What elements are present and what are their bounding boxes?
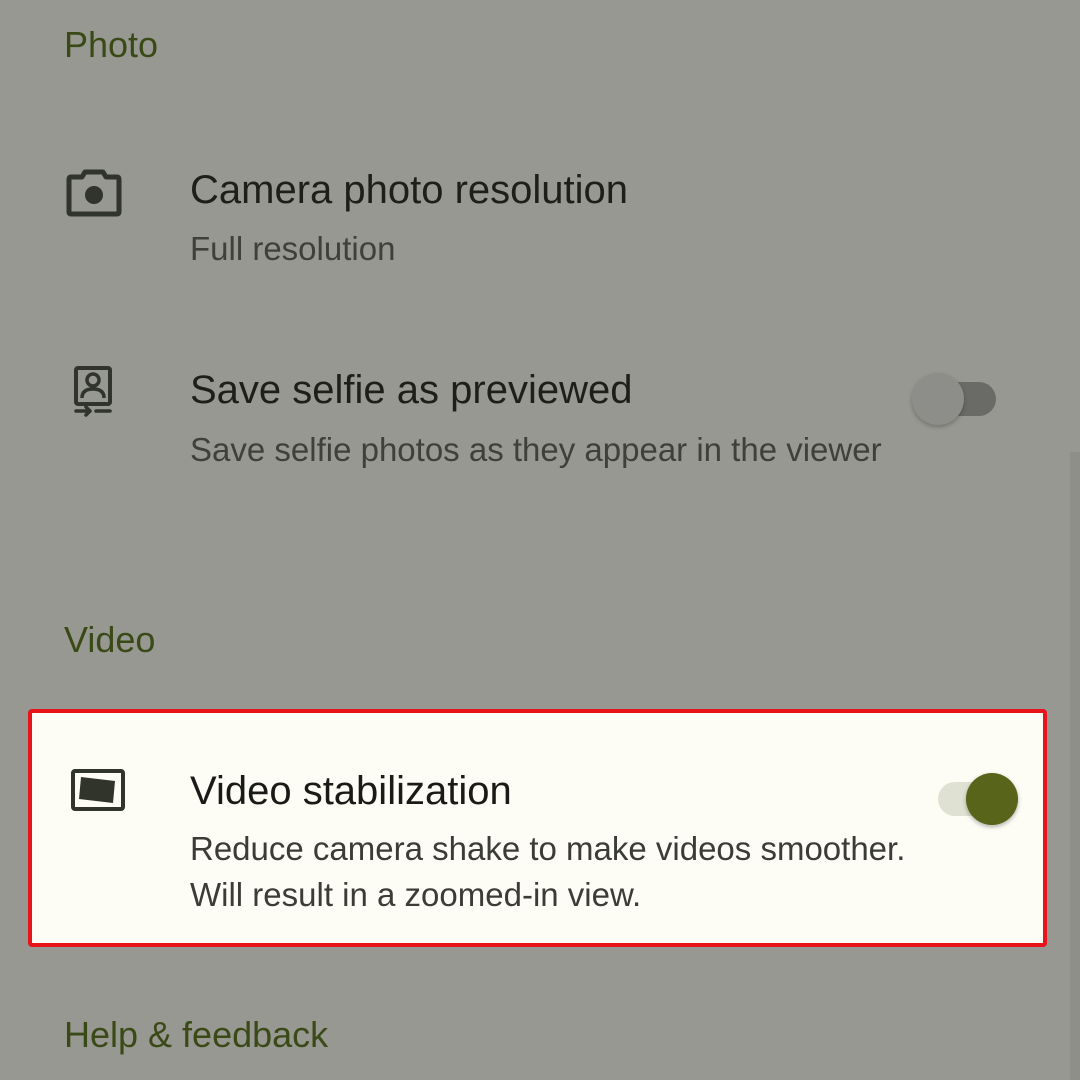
- scrollbar[interactable]: [1070, 452, 1080, 1080]
- setting-subtitle: Full resolution: [190, 230, 396, 267]
- camera-icon: [66, 166, 122, 222]
- setting-video-stabilization[interactable]: Video stabilization Reduce camera shake …: [32, 713, 1043, 943]
- selfie-portrait-icon: [66, 364, 122, 420]
- video-stabilization-toggle[interactable]: [932, 768, 1022, 825]
- toggle-thumb: [912, 373, 964, 425]
- video-stabilization-icon: [70, 763, 126, 819]
- setting-title: Save selfie as previewed: [190, 368, 633, 412]
- save-selfie-toggle[interactable]: [910, 368, 1000, 425]
- setting-camera-photo-resolution[interactable]: Camera photo resolution Full resolution: [0, 160, 1080, 290]
- setting-title: Video stabilization: [190, 769, 512, 813]
- section-header-help-feedback[interactable]: Help & feedback: [64, 1017, 328, 1053]
- toggle-thumb: [966, 773, 1018, 825]
- setting-subtitle: Save selfie photos as they appear in the…: [190, 431, 882, 468]
- section-header-video: Video: [64, 619, 156, 660]
- section-header-photo: Photo: [64, 24, 159, 65]
- setting-title: Camera photo resolution: [190, 168, 629, 212]
- highlighted-setting-card: Video stabilization Reduce camera shake …: [28, 709, 1047, 947]
- setting-save-selfie-as-previewed[interactable]: Save selfie as previewed Save selfie pho…: [0, 360, 1080, 530]
- setting-subtitle: Reduce camera shake to make videos smoot…: [190, 830, 906, 913]
